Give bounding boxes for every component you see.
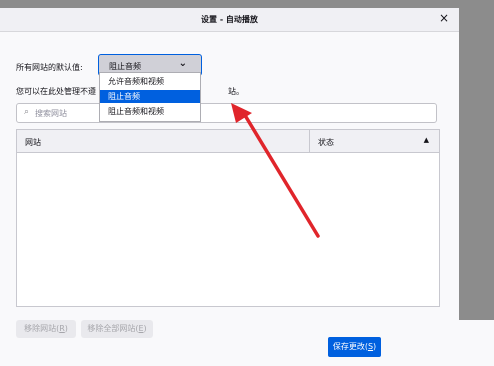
search-icon: ⌕ bbox=[24, 107, 30, 117]
remove-all-sites-label: 移除全部网站 bbox=[87, 324, 136, 333]
description-text-left: 您可以在此处管理不遵 bbox=[16, 87, 96, 96]
sort-ascending-icon[interactable]: ▲ bbox=[424, 136, 429, 144]
default-setting-dropdown: 允许音频和视频 阻止音频 阻止音频和视频 bbox=[99, 72, 201, 122]
default-setting-value: 阻止音频 bbox=[109, 62, 141, 71]
remove-all-sites-accesskey: E bbox=[138, 324, 144, 333]
column-divider[interactable] bbox=[309, 130, 310, 152]
column-header-status[interactable]: 状态 bbox=[318, 137, 334, 148]
dialog-title: 设置 - 自动播放 bbox=[201, 15, 258, 24]
dialog-titlebar: 设置 - 自动播放 × bbox=[0, 8, 459, 32]
default-setting-label: 所有网站的默认值: bbox=[16, 63, 83, 72]
save-changes-button[interactable]: 保存更改(S) bbox=[328, 337, 381, 357]
search-input[interactable] bbox=[35, 106, 425, 121]
remove-all-sites-button[interactable]: 移除全部网站(E) bbox=[81, 320, 153, 338]
save-changes-label: 保存更改 bbox=[332, 342, 365, 351]
dropdown-option-block-audio-video[interactable]: 阻止音频和视频 bbox=[100, 105, 200, 118]
search-field[interactable]: ⌕ bbox=[16, 103, 437, 123]
save-changes-accesskey: S bbox=[367, 342, 374, 351]
remove-site-accesskey: R bbox=[59, 324, 65, 333]
dropdown-option-block-audio[interactable]: 阻止音频 bbox=[100, 90, 200, 103]
remove-site-button[interactable]: 移除网站(R) bbox=[16, 320, 76, 338]
autoplay-settings-dialog: 设置 - 自动播放 × 所有网站的默认值: 阻止音频 ⌄ 您可以在此处管理不遵 站… bbox=[0, 8, 459, 366]
column-header-site[interactable]: 网站 bbox=[25, 137, 41, 148]
remove-site-label: 移除网站 bbox=[24, 324, 57, 333]
close-icon[interactable]: × bbox=[439, 12, 449, 24]
site-table: 网站 状态 ▲ bbox=[16, 129, 440, 307]
chevron-down-icon: ⌄ bbox=[178, 58, 187, 69]
description-text-right: 站。 bbox=[228, 87, 244, 96]
dropdown-option-allow-audio-video[interactable]: 允许音频和视频 bbox=[100, 75, 200, 88]
table-header: 网站 状态 ▲ bbox=[17, 130, 439, 153]
background-panel bbox=[459, 320, 494, 366]
